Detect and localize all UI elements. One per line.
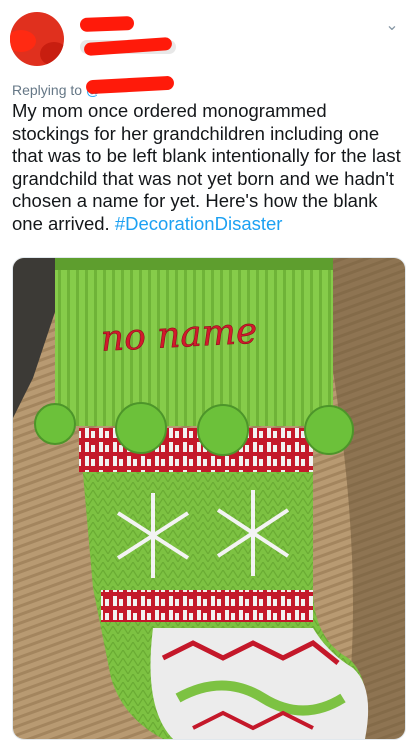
chevron-down-icon[interactable]: ⌄: [382, 16, 402, 36]
hashtag-link[interactable]: #DecorationDisaster: [115, 213, 283, 234]
tweet-text: My mom once ordered monogrammed stocking…: [12, 100, 408, 235]
pompom: [115, 402, 167, 454]
tweet-photo[interactable]: no name: [12, 257, 406, 740]
embroidery-text: no name: [100, 311, 258, 360]
middle-red-band: [101, 590, 313, 622]
avatar[interactable]: [10, 12, 64, 66]
redacted-display-name: [79, 16, 135, 32]
pompom: [34, 403, 76, 445]
tweet-header: ⌄: [0, 0, 416, 72]
top-red-band: [79, 428, 313, 472]
redacted-mention: [85, 75, 175, 95]
replying-prefix: Replying to: [12, 82, 83, 98]
pompom: [197, 404, 249, 456]
pompom: [304, 405, 354, 455]
